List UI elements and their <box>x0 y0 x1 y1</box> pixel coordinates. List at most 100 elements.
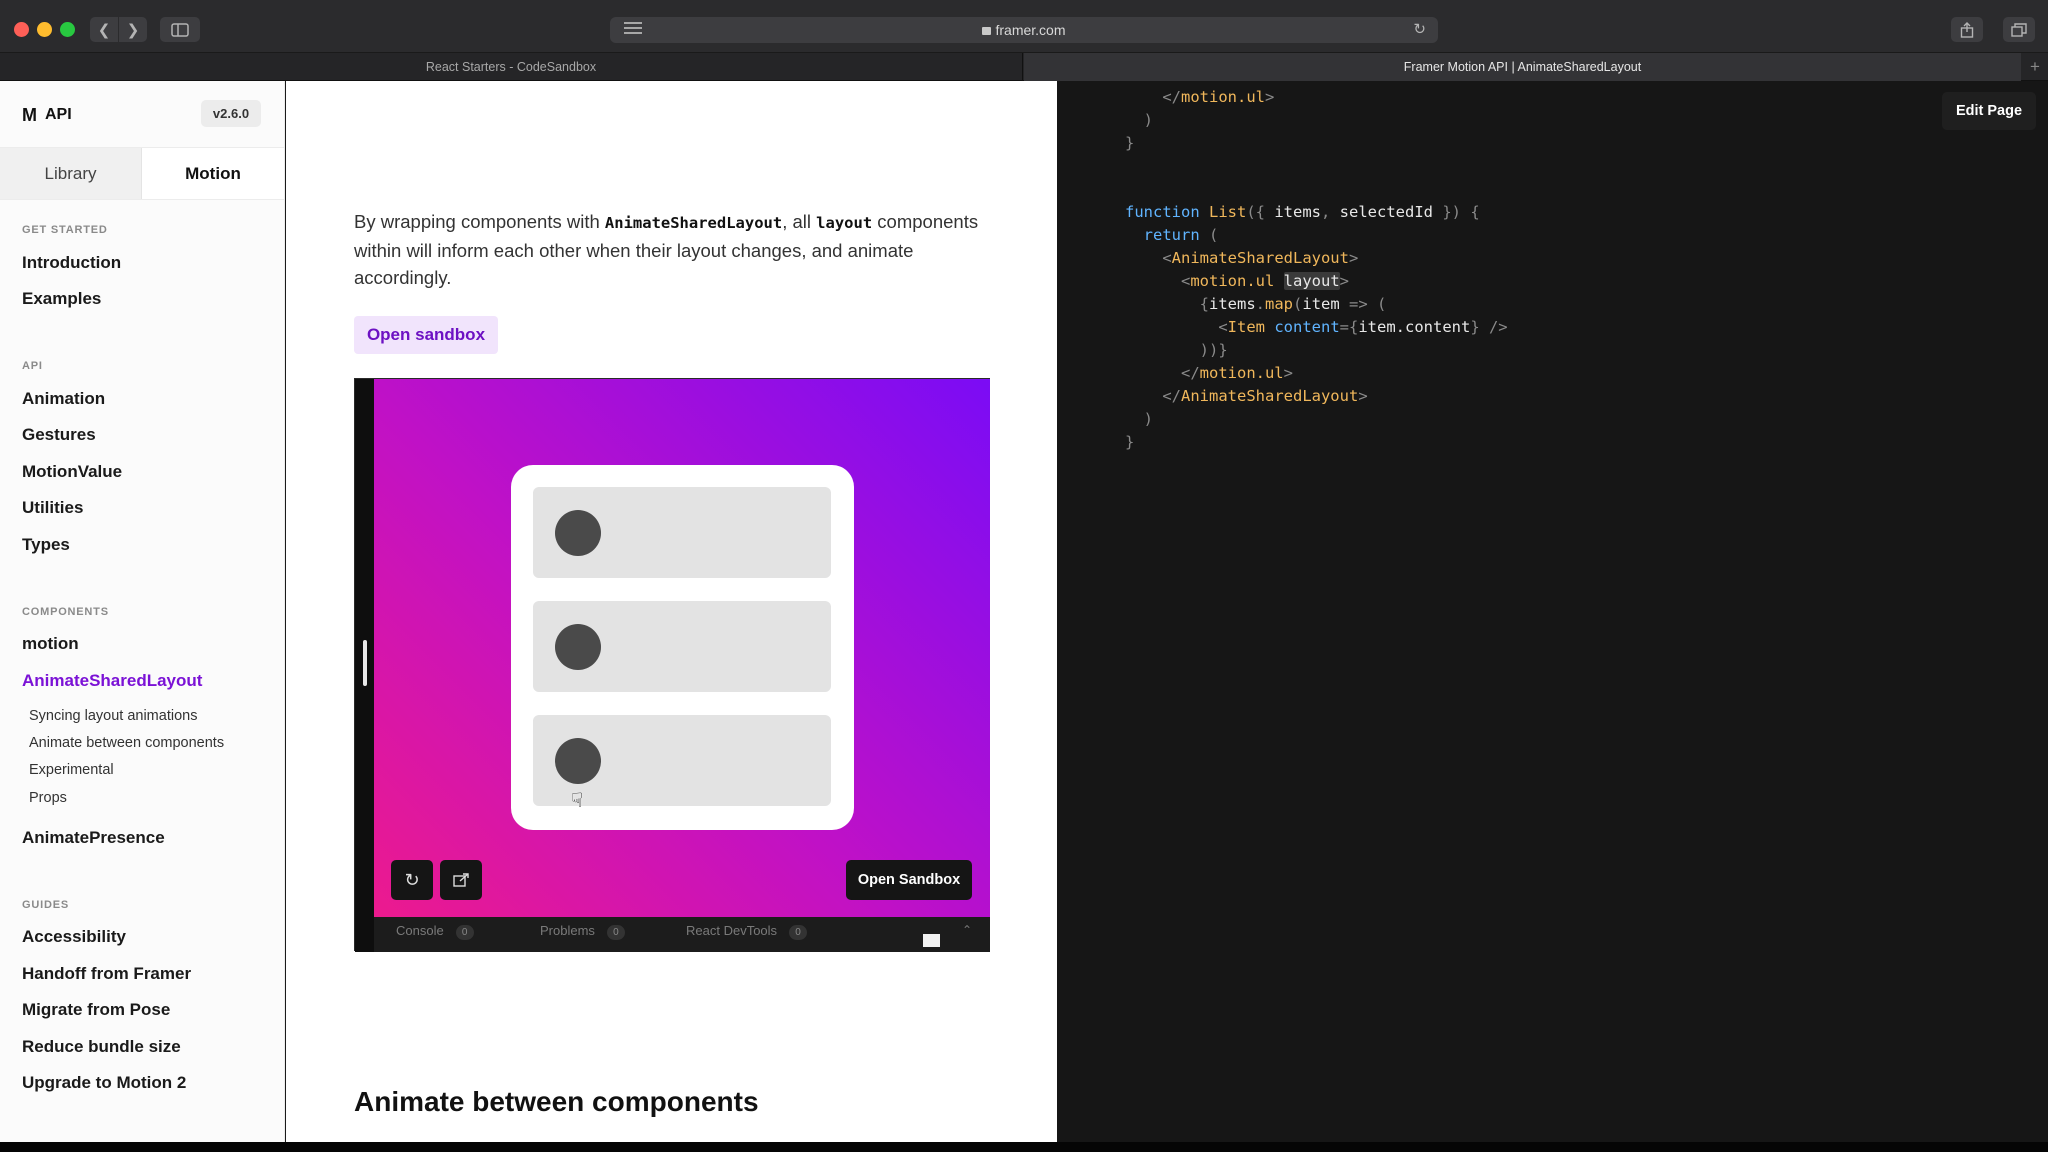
code-token: items <box>1274 203 1321 221</box>
sidebar-item-examples[interactable]: Examples <box>22 289 101 309</box>
sidebar-item-motion[interactable]: motion <box>22 634 79 654</box>
avatar <box>555 510 601 556</box>
demo-preview: ☟ ↻ Open Sandbox <box>374 379 990 917</box>
code-token: AnimateSharedLayout <box>1171 249 1349 267</box>
sidebar-item-utilities[interactable]: Utilities <box>22 498 83 518</box>
tab-framer-motion-api[interactable]: Framer Motion API | AnimateSharedLayout <box>1024 53 2021 81</box>
avatar <box>555 624 601 670</box>
sidebar-subitem-animate-between-components[interactable]: Animate between components <box>29 735 224 751</box>
sidebar-item-animatepresence[interactable]: AnimatePresence <box>22 828 165 848</box>
code-token: AnimateSharedLayout <box>1181 387 1359 405</box>
code-token: > <box>1265 88 1275 106</box>
code-token: map <box>1265 295 1294 313</box>
sidebar-icon <box>171 22 189 37</box>
sandbox-embed: ☟ ↻ Open Sandbox Console 0 Problems 0 Reac… <box>354 378 990 952</box>
code-token: selectedId <box>1339 203 1433 221</box>
sidebar-toggle-button[interactable] <box>160 17 200 42</box>
section-guides: GUIDES <box>22 899 69 911</box>
code-token: items <box>1209 295 1256 313</box>
code-token: ( <box>1293 295 1303 313</box>
code-token: } <box>1125 134 1135 152</box>
sidebar-item-upgrade-to-motion-2[interactable]: Upgrade to Motion 2 <box>22 1073 186 1093</box>
code-line: function List({ items, selectedId }) { <box>1125 201 1508 224</box>
paragraph-text: , all <box>782 211 817 232</box>
chevron-right-icon: ❯ <box>126 21 140 39</box>
tab-motion[interactable]: Motion <box>142 148 284 199</box>
forward-button[interactable]: ❯ <box>119 17 147 42</box>
code-line: } <box>1125 431 1508 454</box>
minimize-window-button[interactable] <box>37 22 52 37</box>
code-token: }) { <box>1433 203 1480 221</box>
tab-react-starters[interactable]: React Starters - CodeSandbox <box>0 53 1023 81</box>
sidebar-item-migrate-from-pose[interactable]: Migrate from Pose <box>22 1000 170 1020</box>
code-token: > <box>1348 249 1359 267</box>
window-bottom-edge <box>0 1142 2048 1152</box>
code-token: function <box>1125 203 1209 221</box>
demo-open-sandbox-button[interactable]: Open Sandbox <box>846 860 972 900</box>
inline-code-layout: layout <box>816 214 873 232</box>
code-block: </motion.ul> )} function List({ items, se… <box>1125 86 1508 454</box>
fullscreen-window-button[interactable] <box>60 22 75 37</box>
chevron-left-icon: ❮ <box>97 21 111 39</box>
code-token: { <box>1125 295 1209 313</box>
sidebar-item-gestures[interactable]: Gestures <box>22 425 96 445</box>
tab-library[interactable]: Library <box>0 148 142 199</box>
console-tab[interactable]: Console 0 <box>396 923 474 940</box>
paragraph-text: By wrapping components with <box>354 211 605 232</box>
list-card <box>511 465 854 830</box>
sidebar-item-handoff-from-framer[interactable]: Handoff from Framer <box>22 964 191 984</box>
address-bar[interactable]: framer.com ↻ <box>610 17 1438 43</box>
version-selector[interactable]: v2.6.0 <box>201 100 261 127</box>
code-token: ={ <box>1339 318 1359 336</box>
reload-icon[interactable]: ↻ <box>1413 20 1426 38</box>
open-sandbox-button[interactable]: Open sandbox <box>354 316 498 354</box>
open-in-new-window-button[interactable] <box>440 860 482 900</box>
sidebar-item-motionvalue[interactable]: MotionValue <box>22 462 122 482</box>
code-token: List <box>1209 203 1247 221</box>
code-token: > <box>1339 272 1349 290</box>
sidebar-item-introduction[interactable]: Introduction <box>22 253 121 273</box>
sidebar-item-types[interactable]: Types <box>22 535 70 555</box>
new-tab-button[interactable]: + <box>2022 53 2048 81</box>
section-api: API <box>22 360 43 372</box>
back-button[interactable]: ❮ <box>90 17 118 42</box>
code-line: ) <box>1125 408 1508 431</box>
code-token: < <box>1125 318 1228 336</box>
resize-handle[interactable] <box>363 640 367 686</box>
share-button[interactable] <box>1951 17 1983 42</box>
panel-toggle-icon[interactable] <box>923 934 940 947</box>
logo[interactable]: M API <box>22 103 72 127</box>
sidebar-item-accessibility[interactable]: Accessibility <box>22 927 126 947</box>
code-line: ) <box>1125 109 1508 132</box>
section-heading: Animate between components <box>354 1086 759 1117</box>
sidebar-subitem-props[interactable]: Props <box>29 790 67 806</box>
problems-tab[interactable]: Problems 0 <box>540 923 625 940</box>
logo-text: API <box>45 106 72 123</box>
close-window-button[interactable] <box>14 22 29 37</box>
external-link-icon <box>453 873 469 887</box>
sidebar-subitem-syncing-layout-animations[interactable]: Syncing layout animations <box>29 708 197 724</box>
section-components: COMPONENTS <box>22 606 109 618</box>
code-token: } <box>1125 433 1135 451</box>
code-token: < <box>1125 272 1191 290</box>
sidebar-item-animatesharedlayout[interactable]: AnimateSharedLayout <box>22 671 202 691</box>
chevron-up-icon[interactable]: ⌃ <box>962 923 972 937</box>
docs-sidebar: M API v2.6.0 Library Motion GET STARTED … <box>0 81 285 1142</box>
code-token: layout <box>1283 272 1340 290</box>
sidebar-item-animation[interactable]: Animation <box>22 389 105 409</box>
list-item[interactable] <box>533 601 831 692</box>
sidebar-item-reduce-bundle-size[interactable]: Reduce bundle size <box>22 1037 181 1057</box>
code-token: </ <box>1125 387 1181 405</box>
code-line: <motion.ul layout> <box>1125 270 1508 293</box>
code-line: ))} <box>1125 339 1508 362</box>
code-token: . <box>1255 295 1266 313</box>
refresh-preview-button[interactable]: ↻ <box>391 860 433 900</box>
tab-overview-button[interactable] <box>2003 17 2035 42</box>
section-get-started: GET STARTED <box>22 224 108 236</box>
react-devtools-tab[interactable]: React DevTools 0 <box>686 923 808 940</box>
code-token: > <box>1283 364 1293 382</box>
sidebar-subitem-experimental[interactable]: Experimental <box>29 762 114 778</box>
edit-page-button[interactable]: Edit Page <box>1942 92 2036 130</box>
list-item[interactable] <box>533 487 831 578</box>
